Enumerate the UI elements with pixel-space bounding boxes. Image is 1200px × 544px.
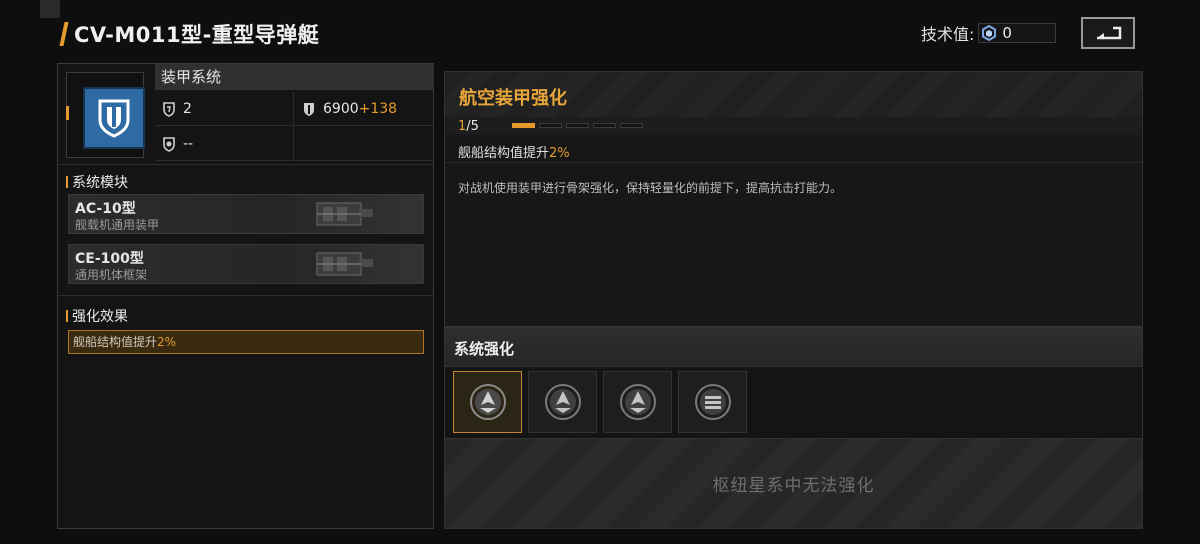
module-description: 舰载机通用装甲 — [75, 218, 160, 232]
armor-tier-icon — [163, 101, 175, 117]
armor-secondary-icon — [163, 136, 175, 152]
tech-point-icon — [982, 25, 997, 41]
tech-value-number: 0 — [1002, 24, 1012, 42]
module-card-ac10[interactable]: AC-10型 舰载机通用装甲 — [68, 194, 424, 234]
divider — [58, 164, 433, 165]
level-segment — [512, 123, 535, 128]
enhance-slot-2[interactable] — [528, 371, 597, 433]
enhance-slot-1[interactable] — [453, 371, 522, 433]
effect-percent: 2% — [157, 335, 177, 349]
tech-value-display: 技术值: 0 — [921, 22, 1057, 44]
page-header: CV-M011型-重型导弹艇 — [59, 18, 320, 50]
armor-system-title: 装甲系统 — [155, 64, 434, 90]
armor-upgrade-icon — [469, 384, 506, 420]
tech-value-box: 0 — [978, 23, 1057, 43]
module-name: CE-100型 — [75, 251, 144, 267]
armor-system-panel: 装甲系统 2 6900 +138 -- 系统模块 AC-10型 舰载机通用装甲 — [57, 63, 434, 529]
enhance-slot-4[interactable] — [678, 371, 747, 433]
selected-marker — [66, 106, 69, 120]
enhance-slot-3[interactable] — [603, 371, 672, 433]
structure-shield-icon — [304, 102, 314, 116]
title-accent-bar — [59, 22, 69, 46]
locked-message: 枢纽星系中无法强化 — [712, 476, 875, 496]
armor-upgrade-icon — [544, 384, 581, 420]
current-effect-percent: 2% — [549, 146, 570, 161]
empty-stat-cell — [295, 127, 434, 161]
module-name: AC-10型 — [75, 201, 136, 217]
enhancement-effects-label: 强化效果 — [72, 309, 128, 325]
armor-level-value: 2 — [183, 100, 192, 117]
level-segment — [539, 123, 562, 128]
structure-stat: 6900 +138 — [295, 92, 434, 126]
back-button[interactable] — [1081, 17, 1135, 49]
enhancement-title: 航空装甲强化 — [459, 88, 567, 109]
level-segment — [593, 123, 616, 128]
divider — [58, 295, 433, 296]
structure-value: 6900 — [323, 100, 359, 117]
effect-item: 舰船结构值提升2% — [68, 330, 424, 354]
armor-secondary-stat: -- — [155, 127, 294, 161]
armor-upgrade-icon — [619, 384, 656, 420]
system-enhance-title: 系统强化 — [454, 340, 515, 358]
level-progress-bar — [512, 123, 643, 128]
enhance-slot-bar — [444, 367, 1143, 438]
divider — [445, 162, 1142, 163]
armor-secondary-value: -- — [183, 135, 194, 152]
return-arrow-icon — [1097, 26, 1122, 40]
armor-module-icon — [316, 202, 373, 226]
module-card-ce100[interactable]: CE-100型 通用机体框架 — [68, 244, 424, 284]
effect-text: 舰船结构值提升 — [73, 335, 158, 349]
structure-bonus: +138 — [358, 100, 398, 117]
level-indicator: 1/5 — [458, 119, 479, 134]
system-modules-label: 系统模块 — [72, 175, 128, 191]
system-enhance-header: 系统强化 — [444, 327, 1143, 367]
module-description: 通用机体框架 — [75, 268, 148, 282]
page-title: CV-M011型-重型导弹艇 — [74, 23, 320, 47]
current-effect-text: 舰船结构值提升 — [458, 146, 550, 161]
tech-value-label: 技术值: — [921, 25, 975, 44]
level-segment — [566, 123, 589, 128]
armor-shield-icon — [83, 87, 145, 149]
heading-accent-bar — [66, 310, 68, 322]
enhancement-description: 对战机使用装甲进行骨架强化，保持轻量化的前提下，提高抗击打能力。 — [458, 181, 843, 195]
corner-decoration — [40, 0, 60, 18]
enhancement-detail-panel: 航空装甲强化 1/5 舰船结构值提升2% 对战机使用装甲进行骨架强化，保持轻量化… — [444, 71, 1143, 327]
level-max: /5 — [466, 119, 479, 134]
system-modules-heading: 系统模块 — [66, 172, 128, 192]
enhancement-effects-heading: 强化效果 — [66, 306, 128, 326]
current-effect: 舰船结构值提升2% — [458, 142, 570, 161]
armor-icon-frame — [66, 72, 145, 158]
heading-accent-bar — [66, 176, 68, 188]
frame-module-icon — [316, 252, 373, 276]
armor-level-stat: 2 — [155, 92, 294, 126]
structure-upgrade-icon — [694, 384, 731, 420]
locked-enhance-area: 枢纽星系中无法强化 — [444, 438, 1143, 529]
level-segment — [620, 123, 643, 128]
